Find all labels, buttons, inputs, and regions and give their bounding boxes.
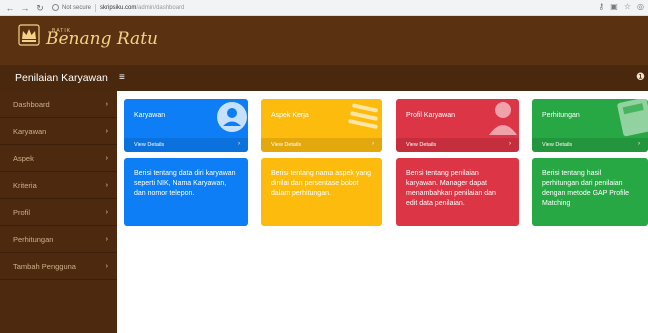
card-profil-karyawan[interactable]: Profil Karyawan View Details › <box>396 99 519 152</box>
view-details-link[interactable]: View Details <box>542 142 572 148</box>
sidebar-item-label: Aspek <box>13 154 34 163</box>
sidebar-item-label: Tambah Pengguna <box>13 262 76 271</box>
chevron-right-icon: › <box>105 128 108 135</box>
calculator-icon <box>617 99 648 137</box>
app-title: Penilaian Karyawan <box>15 72 108 84</box>
info-icon <box>52 4 59 11</box>
top-bar: Penilaian Karyawan ≡ ❶ <box>0 65 648 91</box>
sidebar-item-label: Profil <box>13 208 31 217</box>
url-path: /admin/dashboard <box>136 4 185 11</box>
description-karyawan: Berisi tentang data diri karyawan sepert… <box>124 158 248 226</box>
url-host: skripsiku.com <box>100 4 137 11</box>
card-footer[interactable]: View Details › <box>532 138 648 152</box>
description-perhitungan: Berisi tentang hasil perhitungan dari pe… <box>532 158 648 226</box>
sidebar-item-kriteria[interactable]: Kriteria › <box>0 172 117 199</box>
card-title: Karyawan <box>134 112 166 119</box>
chevron-right-icon: › <box>105 263 108 270</box>
sidebar-item-profil[interactable]: Profil › <box>0 199 117 226</box>
key-icon[interactable]: ⚷ <box>598 2 604 11</box>
sidebar: Dashboard › Karyawan › Aspek › Kriteria … <box>0 91 117 333</box>
user-icon[interactable]: ❶ <box>636 72 645 83</box>
view-details-link[interactable]: View Details <box>406 142 436 148</box>
card-title: Profil Karyawan <box>406 112 456 119</box>
arrow-right-icon: › <box>372 141 374 147</box>
card-footer[interactable]: View Details › <box>124 138 248 152</box>
site-header: BATIK Benang Ratu <box>0 16 648 65</box>
card-aspek-kerja[interactable]: Aspek Kerja View Details › <box>261 99 382 152</box>
profile-icon[interactable]: ◎ <box>637 2 644 11</box>
chevron-right-icon: › <box>105 236 108 243</box>
forward-icon[interactable]: → <box>19 2 31 14</box>
card-footer[interactable]: View Details › <box>396 138 519 152</box>
description-aspek-kerja: Berisi tentang nama aspek yang dinilai d… <box>261 158 382 226</box>
user-icon <box>217 102 247 132</box>
star-icon[interactable]: ☆ <box>624 2 631 11</box>
view-details-link[interactable]: View Details <box>271 142 301 148</box>
security-label: Not secure <box>62 4 92 11</box>
address-bar[interactable]: Not secure skripsiku.com /admin/dashboar… <box>52 2 184 14</box>
sidebar-item-label: Kriteria <box>13 181 37 190</box>
card-karyawan[interactable]: Karyawan View Details › <box>124 99 248 152</box>
browser-toolbar: ← → ↻ Not secure skripsiku.com /admin/da… <box>0 0 648 16</box>
sidebar-item-tambah-pengguna[interactable]: Tambah Pengguna › <box>0 253 117 280</box>
sidebar-item-label: Karyawan <box>13 127 47 136</box>
card-perhitungan[interactable]: Perhitungan View Details › <box>532 99 648 152</box>
reload-icon[interactable]: ↻ <box>34 2 46 14</box>
hamburger-icon[interactable]: ≡ <box>119 72 125 83</box>
profile-icon <box>489 102 517 135</box>
brand-name: Benang Ratu <box>46 29 158 49</box>
crown-icon <box>18 24 40 46</box>
description-profil-karyawan: Berisi tentang penilaian karyawan. Manag… <box>396 158 519 226</box>
main-content: Karyawan View Details › Aspek Kerja View… <box>117 91 648 333</box>
arrow-right-icon: › <box>238 141 240 147</box>
list-icon <box>348 103 378 129</box>
sidebar-item-dashboard[interactable]: Dashboard › <box>0 91 117 118</box>
arrow-right-icon: › <box>509 141 511 147</box>
chevron-right-icon: › <box>105 209 108 216</box>
card-title: Aspek Kerja <box>271 112 309 119</box>
logo[interactable]: BATIK Benang Ratu <box>18 24 158 49</box>
browser-actions: ⚷ ▣ ☆ ◎ <box>598 2 644 11</box>
sidebar-item-label: Dashboard <box>13 100 50 109</box>
extension-icon[interactable]: ▣ <box>610 2 618 11</box>
chevron-right-icon: › <box>105 155 108 162</box>
address-separator <box>95 3 97 12</box>
sidebar-item-label: Perhitungan <box>13 235 54 244</box>
card-footer[interactable]: View Details › <box>261 138 382 152</box>
back-icon[interactable]: ← <box>4 2 16 14</box>
sidebar-item-karyawan[interactable]: Karyawan › <box>0 118 117 145</box>
sidebar-item-aspek[interactable]: Aspek › <box>0 145 117 172</box>
sidebar-item-perhitungan[interactable]: Perhitungan › <box>0 226 117 253</box>
arrow-right-icon: › <box>638 141 640 147</box>
view-details-link[interactable]: View Details <box>134 142 164 148</box>
chevron-right-icon: › <box>105 101 108 108</box>
card-title: Perhitungan <box>542 112 580 119</box>
chevron-right-icon: › <box>105 182 108 189</box>
